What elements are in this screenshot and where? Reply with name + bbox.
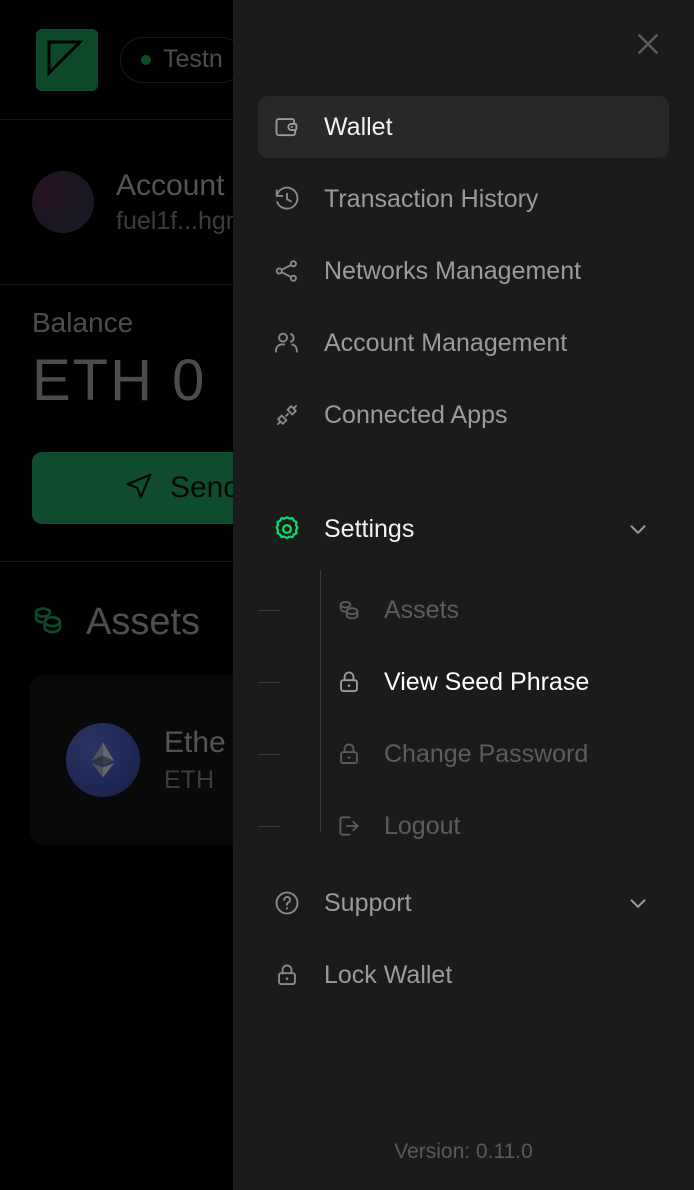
tree-branch-line xyxy=(258,682,280,683)
menu-item-account-management[interactable]: Account Management xyxy=(258,312,669,374)
spacer xyxy=(258,158,669,168)
drawer-scrim-overlay[interactable] xyxy=(0,0,233,1190)
version-label: Version: 0.11.0 xyxy=(394,1140,533,1163)
tree-branch-line xyxy=(258,610,280,611)
submenu-item-logout[interactable]: Logout xyxy=(258,790,669,862)
chevron-down-icon[interactable] xyxy=(625,890,651,916)
submenu-item-view-seed-phrase-label: View Seed Phrase xyxy=(384,668,589,697)
menu-item-lock-wallet[interactable]: Lock Wallet xyxy=(258,944,669,1006)
drawer-menu: Wallet Transaction History xyxy=(233,88,694,1006)
submenu-item-assets-label: Assets xyxy=(384,596,459,625)
lock-icon xyxy=(272,960,302,990)
submenu-item-change-password[interactable]: Change Password xyxy=(258,718,669,790)
submenu-item-change-password-label: Change Password xyxy=(384,740,588,769)
tree-branch-line xyxy=(258,826,280,827)
menu-item-connected-apps-label: Connected Apps xyxy=(324,401,507,430)
submenu-item-view-seed-phrase[interactable]: View Seed Phrase xyxy=(258,646,669,718)
share-nodes-icon xyxy=(272,256,302,286)
coins-icon xyxy=(334,595,364,625)
app-root: Testn Account fuel1f...hgn Balance ETH 0… xyxy=(0,0,694,1190)
spacer xyxy=(258,230,669,240)
history-clock-icon xyxy=(272,184,302,214)
chevron-down-icon[interactable] xyxy=(625,516,651,542)
menu-item-transaction-history-label: Transaction History xyxy=(324,185,538,214)
tree-branch-line xyxy=(258,754,280,755)
lock-icon xyxy=(334,667,364,697)
spacer xyxy=(258,374,669,384)
menu-item-settings[interactable]: Settings xyxy=(258,498,669,560)
submenu-item-logout-label: Logout xyxy=(384,812,460,841)
drawer-header xyxy=(233,0,694,88)
menu-item-settings-label: Settings xyxy=(324,515,414,544)
menu-item-wallet[interactable]: Wallet xyxy=(258,96,669,158)
menu-item-networks-management-label: Networks Management xyxy=(324,257,581,286)
submenu-item-assets[interactable]: Assets xyxy=(258,574,669,646)
wallet-icon xyxy=(272,112,302,142)
menu-item-support-label: Support xyxy=(324,889,412,918)
menu-item-connected-apps[interactable]: Connected Apps xyxy=(258,384,669,446)
drawer-footer: Version: 0.11.0 xyxy=(233,1140,694,1190)
gear-icon xyxy=(272,514,302,544)
users-icon xyxy=(272,328,302,358)
menu-item-networks-management[interactable]: Networks Management xyxy=(258,240,669,302)
spacer xyxy=(258,302,669,312)
menu-item-support[interactable]: Support xyxy=(258,872,669,934)
settings-submenu: Assets View Seed Phrase xyxy=(258,574,669,862)
lock-icon xyxy=(334,739,364,769)
menu-item-account-management-label: Account Management xyxy=(324,329,567,358)
logout-icon xyxy=(334,811,364,841)
menu-item-wallet-label: Wallet xyxy=(324,113,393,142)
menu-item-lock-wallet-label: Lock Wallet xyxy=(324,961,452,990)
plug-connect-icon xyxy=(272,400,302,430)
spacer xyxy=(258,862,669,872)
spacer xyxy=(258,934,669,944)
close-icon[interactable] xyxy=(630,26,666,62)
spacer xyxy=(258,446,669,498)
help-circle-icon xyxy=(272,888,302,918)
menu-item-transaction-history[interactable]: Transaction History xyxy=(258,168,669,230)
navigation-drawer: Wallet Transaction History xyxy=(233,0,694,1190)
